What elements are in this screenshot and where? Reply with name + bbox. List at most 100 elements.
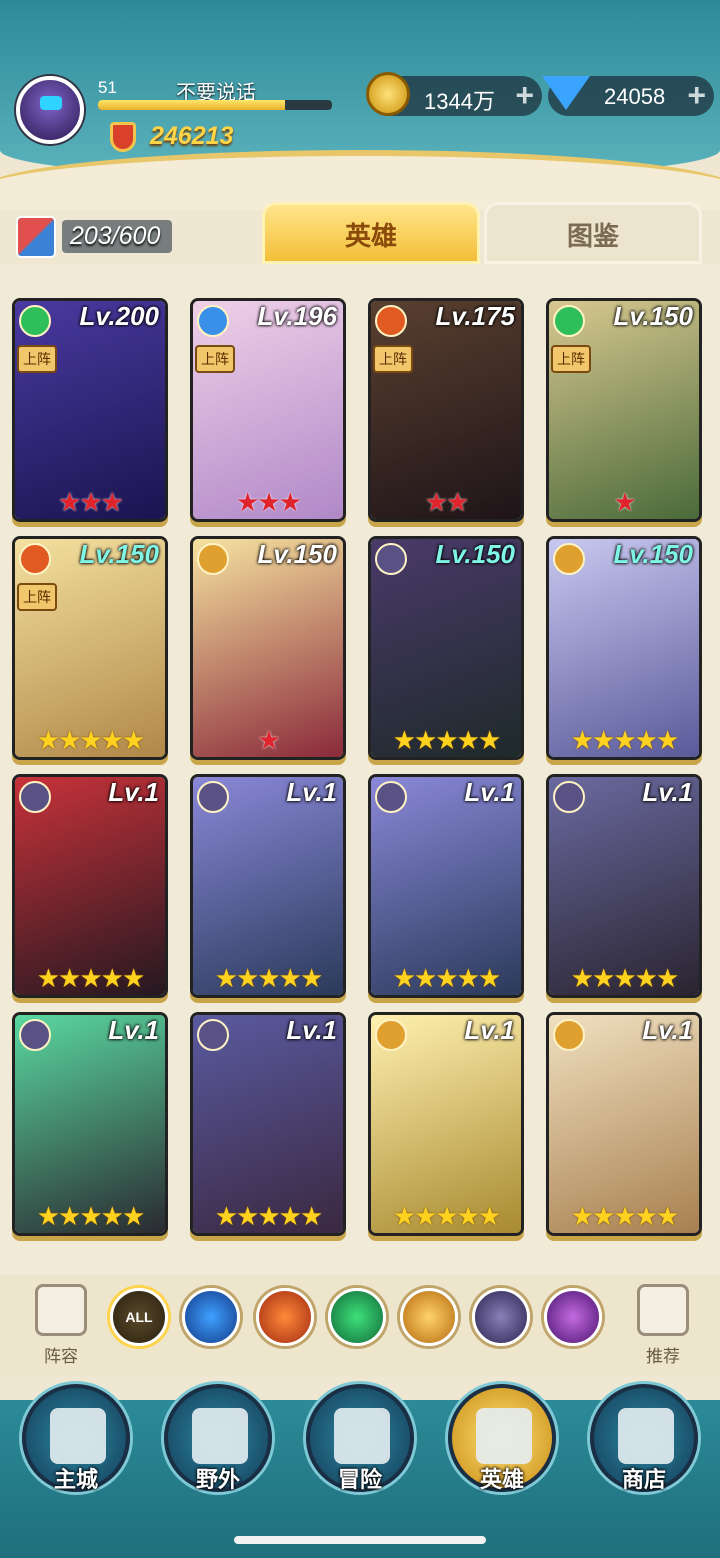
- hero-card[interactable]: Lv.200 上阵 ★★★: [12, 298, 168, 522]
- add-gold-button[interactable]: +: [515, 78, 534, 112]
- xp-fill: [98, 100, 286, 110]
- hero-level: Lv.1: [286, 777, 337, 807]
- hero-card[interactable]: Lv.150 ★★★★★: [546, 536, 702, 760]
- diamond-icon: [542, 76, 590, 110]
- hero-level: Lv.1: [108, 777, 159, 807]
- recommend-button[interactable]: 推荐: [630, 1284, 696, 1368]
- element-dark-icon: [375, 543, 407, 575]
- add-gems-button[interactable]: +: [687, 78, 706, 112]
- element-dark-icon: [375, 781, 407, 813]
- nav-city-label: 主城: [53, 1467, 98, 1492]
- filter-light-icon[interactable]: [400, 1288, 458, 1346]
- hero-card[interactable]: Lv.196 上阵 ★★★: [190, 298, 346, 522]
- element-light-icon: [197, 543, 229, 575]
- gold-value: 1344万: [424, 89, 495, 114]
- nav-heroes-label: 英雄: [479, 1467, 524, 1492]
- hero-level: Lv.1: [108, 1015, 159, 1045]
- player-avatar[interactable]: [16, 76, 84, 144]
- hero-stars: ★★★★★: [570, 1201, 680, 1231]
- hero-card[interactable]: Lv.150 上阵 ★: [546, 298, 702, 522]
- hero-level: Lv.1: [642, 777, 693, 807]
- hero-stars: ★★★★★: [36, 725, 146, 755]
- hero-stars: ★★★★★: [36, 1201, 146, 1231]
- thumbs-up-icon: [637, 1284, 689, 1336]
- tab-codex[interactable]: 图鉴: [484, 202, 702, 264]
- hero-stars: ★★★: [58, 487, 124, 517]
- nav-adventure-label: 冒险: [337, 1467, 382, 1492]
- tab-heroes[interactable]: 英雄: [262, 202, 480, 264]
- nav-shop-label: 商店: [621, 1467, 666, 1492]
- hero-stars: ★★★: [236, 487, 302, 517]
- hero-level: Lv.150: [613, 539, 693, 569]
- hero-stars: ★★★★★: [36, 963, 146, 993]
- helmet-icon: [476, 1408, 532, 1464]
- hero-card[interactable]: Lv.1 ★★★★★: [12, 774, 168, 998]
- hero-level: Lv.150: [435, 539, 515, 569]
- shop-icon: [618, 1408, 674, 1464]
- deployed-badge: 上阵: [17, 583, 57, 611]
- hero-capacity: 203/600: [14, 212, 194, 260]
- shield-icon: [35, 1284, 87, 1336]
- element-dark-icon: [197, 1019, 229, 1051]
- hero-count: 203/600: [62, 220, 173, 253]
- avatar-visor: [40, 96, 62, 110]
- hero-level: Lv.200: [79, 301, 159, 331]
- hero-card[interactable]: Lv.1 ★★★★★: [190, 774, 346, 998]
- recommend-label: 推荐: [646, 1347, 680, 1366]
- hero-card[interactable]: Lv.150 上阵 ★★★★★: [12, 536, 168, 760]
- nav-city[interactable]: 主城: [22, 1384, 130, 1492]
- lineup-button[interactable]: 阵容: [28, 1284, 94, 1368]
- filter-fire-icon[interactable]: [256, 1288, 314, 1346]
- hero-card[interactable]: Lv.1 ★★★★★: [368, 1012, 524, 1236]
- element-dark-icon: [197, 781, 229, 813]
- nav-wild[interactable]: 野外: [164, 1384, 272, 1492]
- hero-level: Lv.150: [257, 539, 337, 569]
- portal-icon: [192, 1408, 248, 1464]
- hero-card[interactable]: Lv.1 ★★★★★: [368, 774, 524, 998]
- hero-stars: ★: [257, 725, 280, 755]
- deployed-badge: 上阵: [17, 345, 57, 373]
- hero-card[interactable]: Lv.175 上阵 ★★: [368, 298, 524, 522]
- hero-stars: ★★★★★: [392, 963, 502, 993]
- hero-stars: ★★★★★: [214, 1201, 324, 1231]
- deployed-badge: 上阵: [551, 345, 591, 373]
- hero-stars: ★★★★★: [570, 963, 680, 993]
- hero-card[interactable]: Lv.150 ★: [190, 536, 346, 760]
- element-fire-icon: [19, 543, 51, 575]
- gold-resource: 1344万 +: [366, 72, 542, 116]
- player-level: 51: [98, 78, 117, 97]
- filter-void-icon[interactable]: [544, 1288, 602, 1346]
- element-light-icon: [375, 1019, 407, 1051]
- player-info: 51 不要说话: [94, 76, 334, 114]
- element-wind-icon: [553, 305, 585, 337]
- hero-stars: ★★★★★: [392, 1201, 502, 1231]
- element-light-icon: [553, 543, 585, 575]
- hero-card[interactable]: Lv.1 ★★★★★: [546, 1012, 702, 1236]
- filter-dark-icon[interactable]: [472, 1288, 530, 1346]
- hero-level: Lv.1: [642, 1015, 693, 1045]
- hero-level: Lv.150: [613, 301, 693, 331]
- hero-card[interactable]: Lv.150 ★★★★★: [368, 536, 524, 760]
- castle-icon: [50, 1408, 106, 1464]
- xp-bar: [98, 100, 332, 110]
- hero-stars: ★★★★★: [214, 963, 324, 993]
- hero-card[interactable]: Lv.1 ★★★★★: [12, 1012, 168, 1236]
- hero-card[interactable]: Lv.1 ★★★★★: [190, 1012, 346, 1236]
- hero-stars: ★: [613, 487, 636, 517]
- combat-power-icon: [110, 122, 136, 152]
- hero-level: Lv.175: [435, 301, 515, 331]
- filter-water-icon[interactable]: [182, 1288, 240, 1346]
- element-water-icon: [197, 305, 229, 337]
- filter-all-button[interactable]: ALL: [110, 1288, 168, 1346]
- filter-wind-icon[interactable]: [328, 1288, 386, 1346]
- hero-card[interactable]: Lv.1 ★★★★★: [546, 774, 702, 998]
- element-dark-icon: [19, 1019, 51, 1051]
- nav-adventure[interactable]: 冒险: [306, 1384, 414, 1492]
- gold-coin-icon: [366, 72, 410, 116]
- hero-level: Lv.1: [464, 1015, 515, 1045]
- hero-cards-icon: [16, 216, 56, 258]
- element-dark-icon: [553, 781, 585, 813]
- nav-shop[interactable]: 商店: [590, 1384, 698, 1492]
- combat-power: 246213: [150, 122, 234, 150]
- nav-heroes[interactable]: 英雄: [448, 1384, 556, 1492]
